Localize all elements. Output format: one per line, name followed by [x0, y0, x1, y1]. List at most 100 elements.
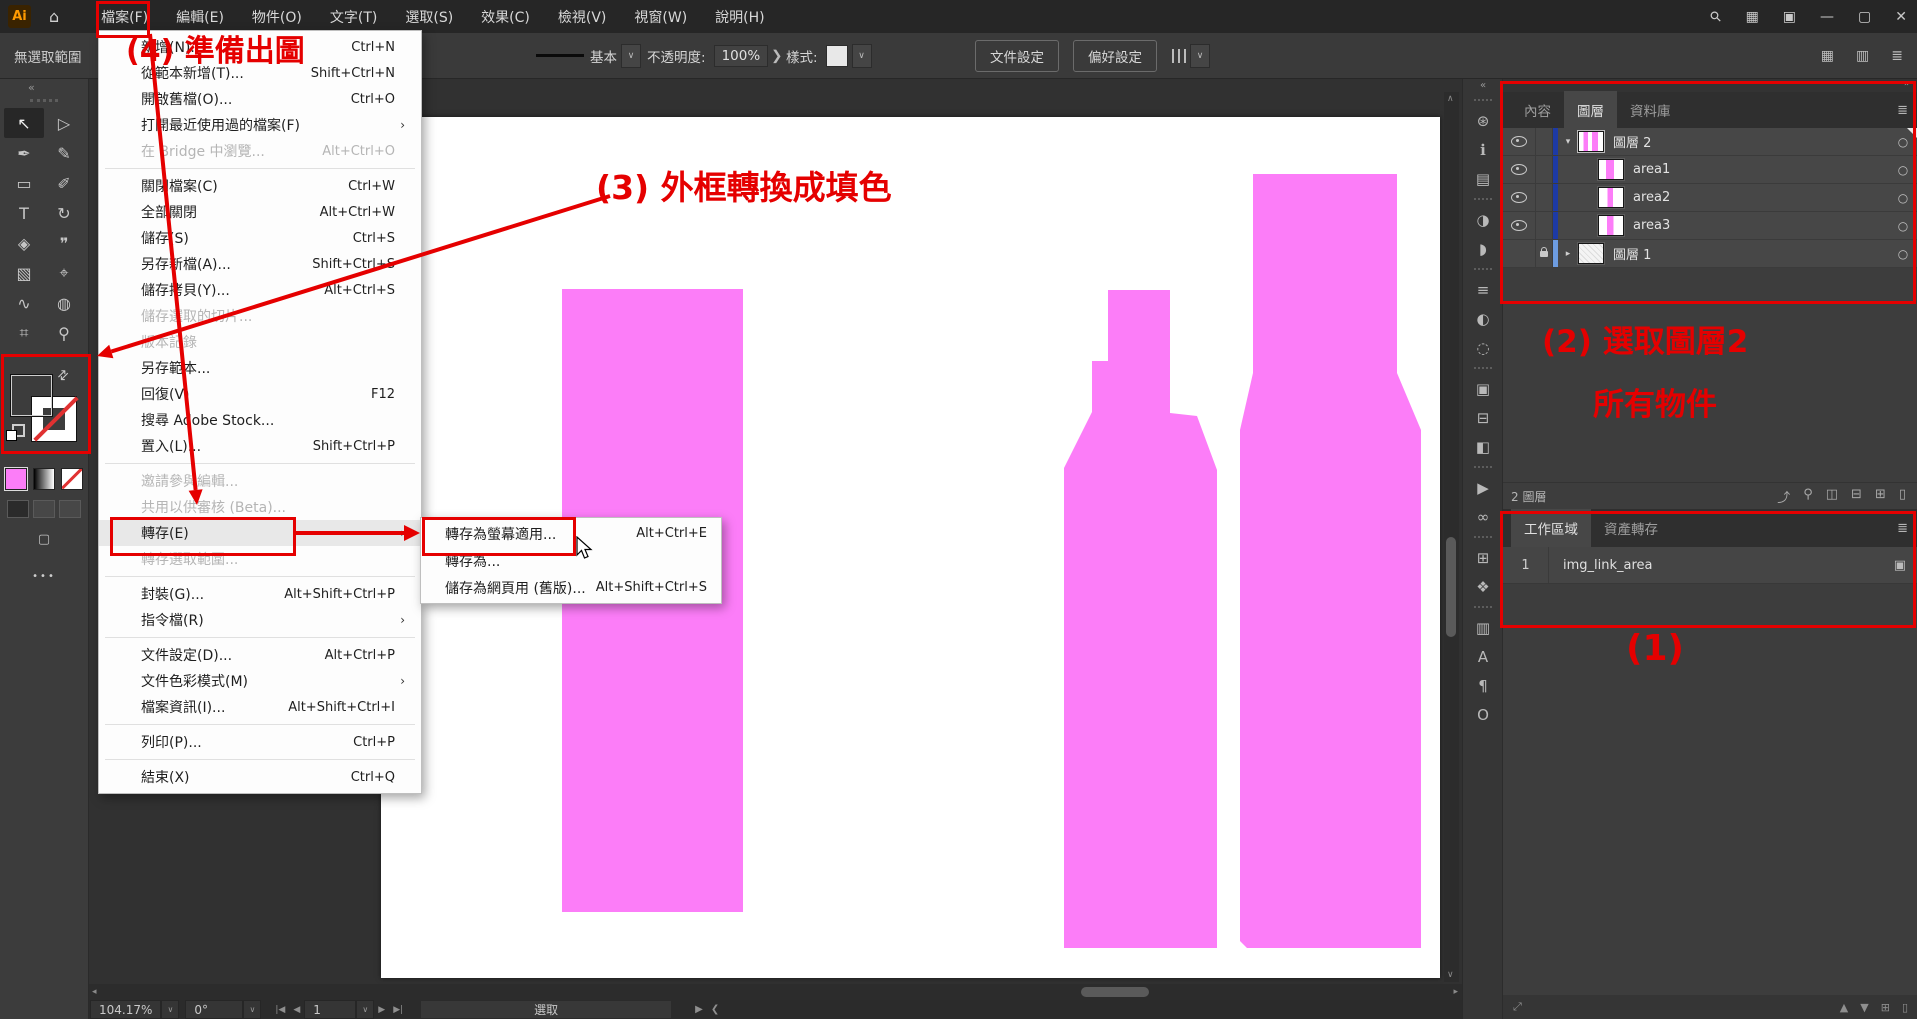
search-icon[interactable]: ⚲ [1707, 7, 1726, 26]
expand-panel-icon[interactable]: ⤢ [1513, 1000, 1522, 1014]
align-dropdown-icon[interactable]: ∨ [1190, 44, 1210, 68]
layers-footer-icon[interactable]: ◫ [1826, 487, 1838, 506]
visibility-eye-icon[interactable] [1511, 136, 1527, 147]
dock-panel-icon[interactable] [1463, 263, 1503, 275]
draw-normal-mode-button[interactable] [7, 500, 29, 518]
dock-panel-icon[interactable]: A [1463, 642, 1503, 671]
stroke-widget[interactable]: 基本 ∨ [536, 44, 641, 68]
dock-panel-icon[interactable] [1463, 461, 1503, 473]
layer-thumbnail[interactable] [1598, 215, 1624, 236]
first-artboard-icon[interactable]: |◀ [275, 1005, 285, 1015]
file-menu-item[interactable]: 打開最近使用過的檔案(F) › [99, 112, 421, 138]
file-menu-item[interactable]: 從範本新增(T)... Shift+Ctrl+N [99, 60, 421, 86]
export-submenu-item[interactable]: 轉存為... [421, 547, 721, 574]
panel-tab[interactable]: 資料庫 [1617, 91, 1684, 129]
close-button[interactable]: ✕ [1895, 9, 1907, 25]
file-menu-item[interactable]: 置入(L)... Shift+Ctrl+P [99, 433, 421, 459]
align-group[interactable]: ∨ [1172, 44, 1210, 68]
file-menu-item[interactable]: 新增(N)... Ctrl+N [99, 34, 421, 60]
color-button[interactable] [5, 468, 27, 490]
panel-tab[interactable]: 資產轉存 [1591, 509, 1671, 547]
layer-name[interactable]: area3 [1633, 218, 1888, 233]
scroll-up-icon[interactable]: ∧ [1447, 94, 1454, 104]
panel-collapse-icon[interactable]: » [1503, 78, 1917, 92]
dock-panel-icon[interactable]: ¶ [1463, 671, 1503, 700]
layers-footer-icon[interactable]: ⊟ [1851, 487, 1862, 506]
dock-panel-icon[interactable] [1463, 193, 1503, 205]
home-icon[interactable]: ⌂ [49, 7, 59, 26]
layer-row[interactable]: ▸ 圖層 1 ○ [1503, 240, 1917, 268]
horizontal-scrollbar-thumb[interactable] [1081, 987, 1149, 997]
dock-panel-icon[interactable] [1463, 531, 1503, 543]
prev-artboard-icon[interactable]: ◀ [293, 1005, 300, 1015]
file-menu-item[interactable]: 轉存(E) › [99, 520, 421, 546]
artboard-row[interactable]: 1 img_link_area ▣ [1503, 547, 1917, 584]
artboard-page-icon[interactable]: ▣ [1894, 558, 1906, 573]
visibility-eye-icon[interactable] [1511, 192, 1527, 203]
tool-button[interactable]: ▧ [4, 258, 44, 288]
dock-panel-icon[interactable] [1463, 362, 1503, 374]
zoom-dropdown-icon[interactable]: ∨ [161, 1000, 179, 1019]
dock-panel-icon[interactable]: ▶ [1463, 473, 1503, 502]
file-menu-item[interactable]: 文件色彩模式(M) › [99, 668, 421, 694]
artboard-name[interactable]: img_link_area [1563, 558, 1894, 573]
tool-button[interactable]: ✒ [4, 138, 44, 168]
file-menu-item[interactable]: 回復(V) F12 [99, 381, 421, 407]
file-menu-item[interactable]: 轉存選取範圍... [99, 546, 421, 572]
dock-panel-icon[interactable] [1463, 94, 1503, 106]
dock-panel-icon[interactable]: ⊟ [1463, 403, 1503, 432]
menubar-item[interactable]: 文字(T) [316, 0, 391, 33]
dock-panel-icon[interactable]: ◧ [1463, 432, 1503, 461]
stroke-style-value[interactable]: 基本 [590, 46, 617, 66]
file-menu-item[interactable] [99, 164, 421, 173]
file-menu-item[interactable]: 指令檔(R) › [99, 607, 421, 633]
layers-footer-icon[interactable]: ⊞ [1875, 487, 1886, 506]
layer-thumbnail[interactable] [1598, 159, 1624, 180]
tool-button[interactable]: ⚲ [44, 318, 84, 348]
horizontal-scrollbar[interactable]: ◂ ▸ [88, 984, 1462, 1000]
artboards-footer-icon[interactable]: ▼ [1860, 1001, 1868, 1014]
minimize-button[interactable]: — [1820, 9, 1834, 25]
swap-fill-stroke-icon[interactable]: ⇄ [54, 366, 72, 384]
artboards-footer-icon[interactable]: ⊞ [1881, 1001, 1890, 1014]
layer-row[interactable]: area3 ○ [1503, 212, 1917, 240]
tool-button[interactable]: ⌖ [44, 258, 84, 288]
layer-name[interactable]: 圖層 2 [1613, 132, 1888, 151]
file-menu-item[interactable] [99, 755, 421, 764]
menubar-item[interactable]: 物件(O) [238, 0, 316, 33]
draw-inside-mode-button[interactable] [59, 500, 81, 518]
tool-button[interactable]: ▭ [4, 168, 44, 198]
layer-name[interactable]: 圖層 1 [1613, 244, 1888, 263]
menubar-item[interactable]: 檢視(V) [544, 0, 621, 33]
rotation-field[interactable]: 0° [185, 1000, 243, 1019]
file-menu-item[interactable] [99, 720, 421, 729]
menubar-item[interactable]: 效果(C) [467, 0, 544, 33]
dock-panel-icon[interactable]: ◐ [1463, 304, 1503, 333]
tool-button[interactable]: ∿ [4, 288, 44, 318]
target-circle-icon[interactable]: ○ [1888, 191, 1917, 205]
tool-button[interactable]: ◈ [4, 228, 44, 258]
layer-name[interactable]: area1 [1633, 162, 1888, 177]
edit-toolbar-dots[interactable]: ••• [0, 571, 88, 582]
panel-tab[interactable]: 內容 [1511, 91, 1564, 129]
file-menu-item[interactable]: 列印(P)... Ctrl+P [99, 729, 421, 755]
artboards-footer-icon[interactable]: ▲ [1840, 1001, 1848, 1014]
layer-name[interactable]: area2 [1633, 190, 1888, 205]
layers-panel-menu-icon[interactable]: ≣ [1897, 103, 1908, 118]
tool-button[interactable]: ↖ [4, 108, 44, 138]
layer-thumbnail[interactable] [1598, 187, 1624, 208]
tool-button[interactable]: T [4, 198, 44, 228]
draw-behind-mode-button[interactable] [33, 500, 55, 518]
toolbar-drag-handle[interactable] [30, 99, 58, 102]
control-right-icon[interactable]: ▥ [1856, 48, 1869, 64]
expand-arrow-icon[interactable]: ▾ [1558, 137, 1578, 147]
artboard-dropdown-icon[interactable]: ∨ [356, 1000, 374, 1019]
file-menu-item[interactable]: 另存新檔(A)... Shift+Ctrl+S [99, 251, 421, 277]
menubar-item[interactable]: 說明(H) [701, 0, 778, 33]
file-menu-item[interactable]: 另存範本... [99, 355, 421, 381]
opacity-expand-icon[interactable]: ❯ [771, 48, 782, 64]
lock-icon[interactable] [1540, 251, 1548, 257]
document-setup-button[interactable]: 文件設定 [975, 40, 1059, 72]
dock-panel-icon[interactable] [1463, 601, 1503, 613]
rotation-dropdown-icon[interactable]: ∨ [243, 1000, 261, 1019]
